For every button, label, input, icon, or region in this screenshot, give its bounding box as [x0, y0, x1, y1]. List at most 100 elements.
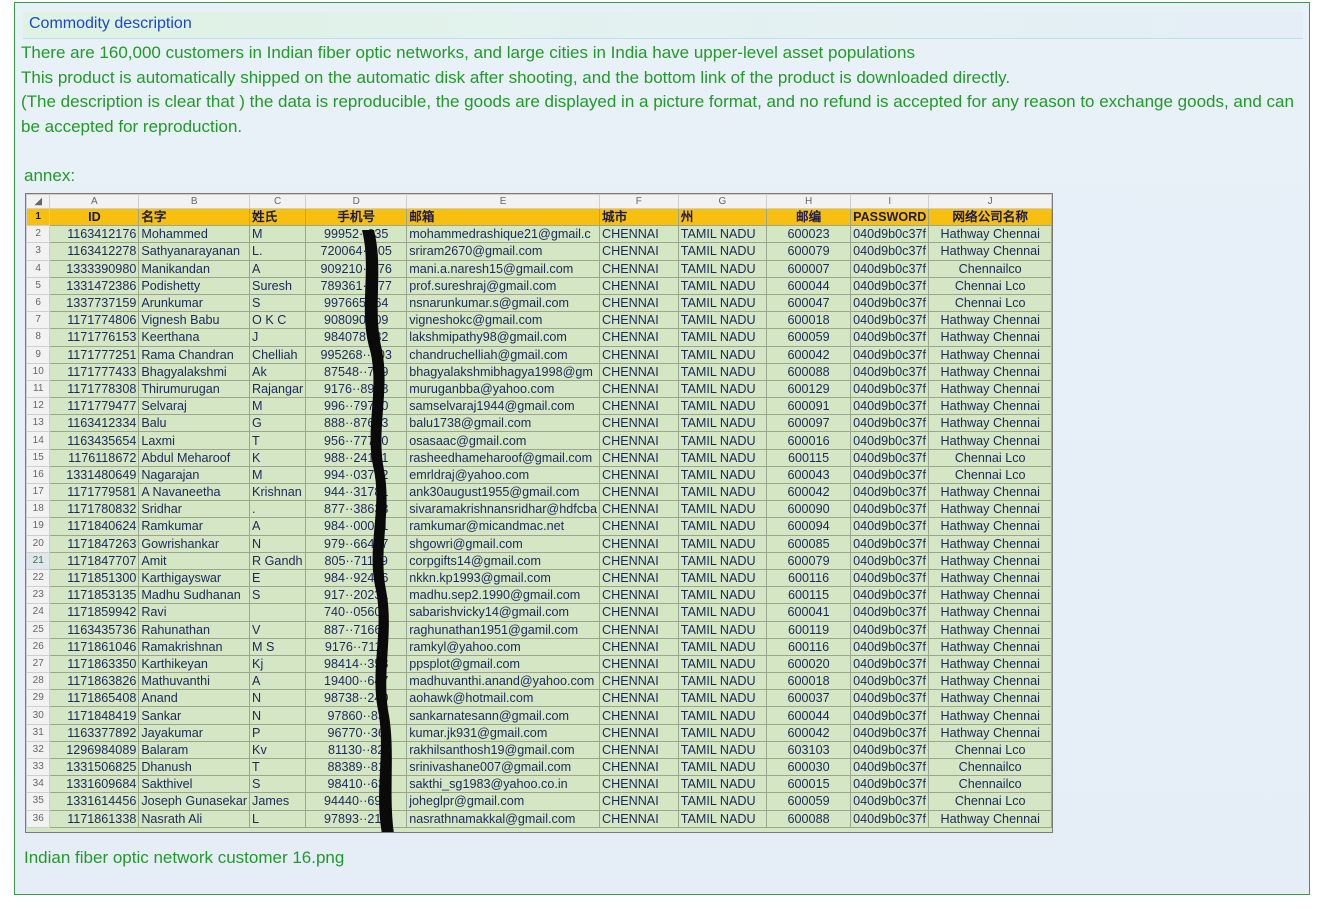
- cell-phone: 888··87683: [305, 414, 408, 433]
- cell-zip: 600094: [766, 517, 852, 536]
- header-cell-email: 邮箱: [406, 207, 601, 227]
- cell-email: corpgifts14@gmail.com: [406, 551, 601, 570]
- table-row: 24 1171859942 Ravi 740··05605 sabarishvicky1…: [26, 603, 1052, 622]
- cell-id: 1171777251: [49, 345, 140, 364]
- cell-city: CHENNAI: [599, 259, 679, 278]
- cell-id: 1171847707: [49, 551, 140, 570]
- cell-state: TAMIL NADU: [677, 311, 768, 330]
- cell-city: CHENNAI: [599, 482, 679, 502]
- cell-phone: 995268··703: [305, 345, 408, 364]
- table-row: 6 1337737159 Arunkumar S 997665··64 nsnarunku…: [26, 293, 1052, 313]
- cell-first-name: Dhanush: [138, 757, 251, 777]
- row-number: 3: [26, 242, 51, 261]
- image-caption-link[interactable]: Indian fiber optic network customer 16.p…: [24, 848, 344, 868]
- cell-city: CHENNAI: [599, 637, 679, 656]
- cell-zip: 600016: [766, 431, 852, 450]
- cell-last-name: P: [249, 723, 307, 742]
- cell-first-name: Mathuvanthi: [138, 672, 251, 691]
- cell-phone: 19400··647: [305, 672, 408, 691]
- cell-zip: 600059: [766, 792, 852, 811]
- cell-phone: 908090··09: [305, 311, 408, 330]
- cell-isp: Hathway Chennai: [928, 328, 1052, 347]
- cell-password: 040d9b0c37f: [850, 551, 930, 570]
- cell-city: CHENNAI: [599, 706, 679, 725]
- row-number: 30: [26, 706, 51, 725]
- row-number: 1: [26, 207, 51, 227]
- table-row: 30 1171848419 Sankar N 97860··83 sankarnatesa…: [26, 706, 1052, 725]
- table-row: 35 1331614456 Joseph Gunasekar James 94440··…: [26, 792, 1052, 811]
- cell-isp: Hathway Chennai: [928, 620, 1052, 639]
- cell-last-name: N: [249, 534, 307, 553]
- header-cell-zip: 邮编: [766, 207, 852, 227]
- table-row: 17 1171779581 A Navaneetha Krishnan 944··317…: [26, 482, 1052, 502]
- cell-last-name: N: [249, 706, 307, 725]
- cell-password: 040d9b0c37f: [850, 500, 930, 519]
- cell-id: 1171863826: [49, 672, 140, 691]
- cell-first-name: Vignesh Babu: [138, 311, 251, 330]
- cell-city: CHENNAI: [599, 311, 679, 330]
- column-letter: J: [928, 194, 1052, 209]
- cell-zip: 600042: [766, 482, 852, 502]
- cell-email: balu1738@gmail.com: [406, 414, 601, 433]
- cell-id: 1171861046: [49, 637, 140, 656]
- cell-city: CHENNAI: [599, 620, 679, 639]
- cell-email: nkkn.kp1993@gmail.com: [406, 568, 601, 588]
- cell-isp: Hathway Chennai: [928, 723, 1052, 742]
- cell-phone: 9176··7111: [305, 637, 408, 656]
- cell-email: ramkumar@micandmac.net: [406, 517, 601, 536]
- cell-last-name: O K C: [249, 311, 307, 330]
- cell-state: TAMIL NADU: [677, 637, 768, 656]
- row-number: 31: [26, 723, 51, 742]
- cell-password: 040d9b0c37f: [850, 431, 930, 450]
- column-letters-row: ◢ A B C D E F G H I J: [26, 194, 1052, 209]
- cell-state: TAMIL NADU: [677, 689, 768, 708]
- row-number: 32: [26, 740, 51, 760]
- cell-city: CHENNAI: [599, 379, 679, 399]
- cell-email: kumar.jk931@gmail.com: [406, 723, 601, 742]
- cell-email: ramkyl@yahoo.com: [406, 637, 601, 656]
- cell-email: osasaac@gmail.com: [406, 431, 601, 450]
- cell-phone: 720064··405: [305, 242, 408, 261]
- cell-isp: Hathway Chennai: [928, 242, 1052, 261]
- row-number: 11: [26, 379, 51, 399]
- cell-last-name: R Gandh: [249, 551, 307, 570]
- cell-id: 1171853135: [49, 586, 140, 605]
- cell-phone: 98738··240: [305, 689, 408, 708]
- cell-password: 040d9b0c37f: [850, 465, 930, 485]
- row-number: 26: [26, 637, 51, 656]
- cell-zip: 600116: [766, 568, 852, 588]
- cell-city: CHENNAI: [599, 534, 679, 553]
- cell-first-name: Ramkumar: [138, 517, 251, 536]
- cell-phone: 789361··577: [305, 276, 408, 295]
- table-row: 27 1171863350 Karthikeyan Kj 98414··358 ppspl…: [26, 654, 1052, 674]
- cell-first-name: Manikandan: [138, 259, 251, 278]
- row-number: 19: [26, 517, 51, 536]
- cell-state: TAMIL NADU: [677, 465, 768, 485]
- table-row: 14 1163435654 Laxmi T 956··77730 osasaac@gmai…: [26, 431, 1052, 450]
- cell-password: 040d9b0c37f: [850, 534, 930, 553]
- cell-last-name: E: [249, 568, 307, 588]
- header-cell-id: ID: [49, 207, 140, 227]
- cell-last-name: N: [249, 689, 307, 708]
- cell-email: rasheedhameharoof@gmail.com: [406, 448, 601, 467]
- cell-state: TAMIL NADU: [677, 603, 768, 622]
- cell-first-name: Laxmi: [138, 431, 251, 450]
- table-row: 7 1171774806 Vignesh Babu O K C 908090··09 vi…: [26, 311, 1052, 330]
- row-number: 5: [26, 276, 51, 295]
- row-number: 4: [26, 259, 51, 278]
- row-number: 9: [26, 345, 51, 364]
- cell-phone: 997665··64: [305, 293, 408, 313]
- cell-state: TAMIL NADU: [677, 654, 768, 674]
- row-number: 15: [26, 448, 51, 467]
- cell-zip: 600018: [766, 311, 852, 330]
- cell-isp: Hathway Chennai: [928, 379, 1052, 399]
- cell-city: CHENNAI: [599, 414, 679, 433]
- header-cell-city: 城市: [599, 207, 679, 227]
- cell-password: 040d9b0c37f: [850, 586, 930, 605]
- cell-zip: 600090: [766, 500, 852, 519]
- cell-email: ank30august1955@gmail.com: [406, 482, 601, 502]
- panel-title: Commodity description: [29, 15, 192, 32]
- cell-first-name: Ramakrishnan: [138, 637, 251, 656]
- cell-isp: Hathway Chennai: [928, 706, 1052, 725]
- cell-first-name: Karthikeyan: [138, 654, 251, 674]
